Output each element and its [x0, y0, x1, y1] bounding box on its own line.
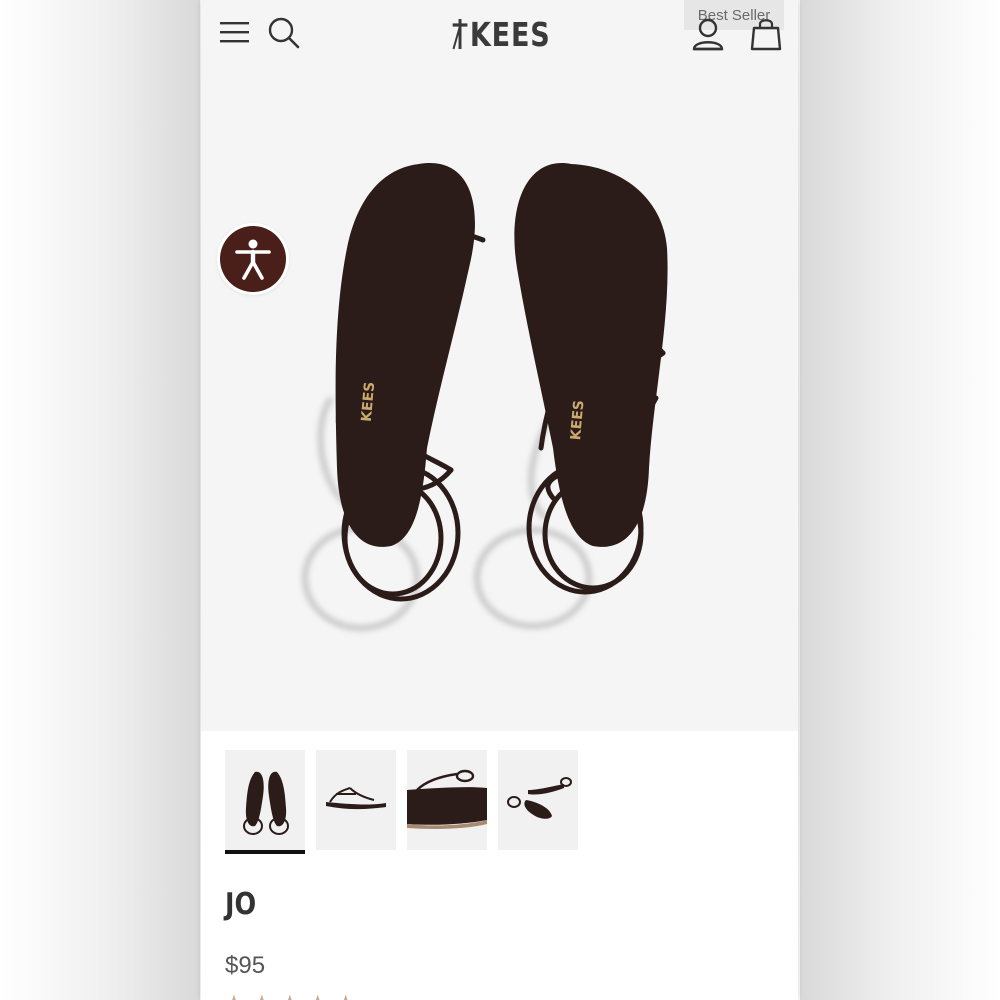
product-title: JO — [225, 887, 257, 922]
rating-stars[interactable]: ★★★★★ — [225, 990, 365, 1000]
product-price: $95 — [225, 952, 266, 979]
search-icon[interactable] — [267, 16, 301, 50]
background-right — [800, 0, 1000, 1000]
thumbnail-1[interactable] — [225, 750, 305, 854]
left-sandal: KEES — [335, 163, 486, 602]
product-main-image[interactable]: KEES KEES — [201, 68, 798, 731]
site-header: KEES Best Seller — [201, 0, 798, 68]
user-icon[interactable] — [691, 16, 725, 52]
brand-name: KEES — [469, 14, 551, 54]
brand-logo[interactable]: KEES — [451, 14, 551, 54]
thumbnail-2[interactable] — [316, 750, 396, 850]
logo-mark-icon — [452, 19, 468, 50]
shopping-bag-icon[interactable] — [749, 16, 783, 52]
background-left — [0, 0, 200, 1000]
accessibility-icon — [235, 239, 271, 280]
thumbnail-3[interactable] — [407, 750, 487, 850]
hamburger-menu-icon[interactable] — [219, 20, 251, 46]
thumbnail-4[interactable] — [498, 750, 578, 850]
accessibility-button[interactable] — [220, 226, 286, 292]
mobile-page: KEES Best Seller KEES KEES JO $95 — [201, 0, 798, 1000]
